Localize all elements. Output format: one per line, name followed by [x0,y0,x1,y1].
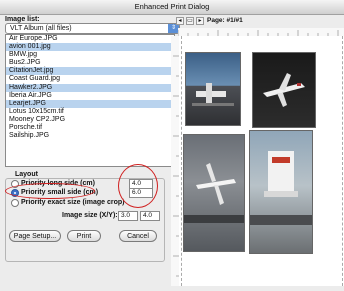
priority-exact-size-label: Priority exact size (image crop) [21,199,125,206]
list-item[interactable]: CitationJet.jpg [6,67,174,76]
page-setup-button[interactable]: Page Setup... [9,230,61,242]
page-indicator: Page: #1/#1 [207,17,243,24]
list-item[interactable]: Coast Guard.jpg [6,75,174,83]
photo-thumbnail-4[interactable] [249,130,313,254]
page-preview[interactable] [179,36,344,286]
photo-thumbnail-1[interactable] [185,52,241,126]
layout-title: Layout [15,171,38,178]
photo-thumbnail-2[interactable] [252,52,316,128]
list-item[interactable]: Porsche.tif [6,124,174,132]
previous-page-icon[interactable]: ◂ [176,17,184,25]
highlight-circle-radio [5,183,95,199]
list-item[interactable]: Lotus 10x15cm.tif [6,108,174,116]
image-size-y-field[interactable]: 4.0 [140,211,160,221]
print-button[interactable]: Print [67,230,101,242]
album-select-value: VLT Album (all files) [10,25,72,32]
list-item[interactable]: Hawker2.JPG [6,83,174,92]
album-select[interactable]: VLT Album (all files) ⇕ [5,23,180,34]
priority-exact-size-radio[interactable] [11,199,19,207]
image-size-x-field[interactable]: 3.0 [118,211,138,221]
image-size-label: Image size (X/Y): [62,212,118,219]
list-item[interactable]: Iberia Air.JPG [6,92,174,100]
highlight-circle-fields [118,164,158,208]
list-item[interactable]: BMW.jpg [6,51,174,59]
list-item[interactable]: Mooney CP2.JPG [6,116,174,124]
title-bar: Enhanced Print Dialog [0,0,344,15]
cancel-button[interactable]: Cancel [119,230,157,242]
list-item[interactable]: Sailship.JPG [6,132,174,140]
window-title: Enhanced Print Dialog [134,2,210,11]
next-page-icon[interactable]: ▸ [196,17,204,25]
image-list[interactable]: Air Europe.JPG avion 001.jpg BMW.jpg Bus2.J… [5,34,175,167]
preview-toolbar: ◂ ▭ ▸ Page: #1/#1 [172,15,344,27]
list-item[interactable]: Learjet.JPG [6,99,174,108]
list-item[interactable]: Air Europe.JPG [6,35,174,43]
photo-thumbnail-3[interactable] [183,134,245,252]
page-list-icon[interactable]: ▭ [186,17,194,25]
list-item[interactable]: avion 001.jpg [6,43,174,52]
image-list-label: Image list: [5,16,40,23]
list-item[interactable]: Bus2.JPG [6,59,174,67]
